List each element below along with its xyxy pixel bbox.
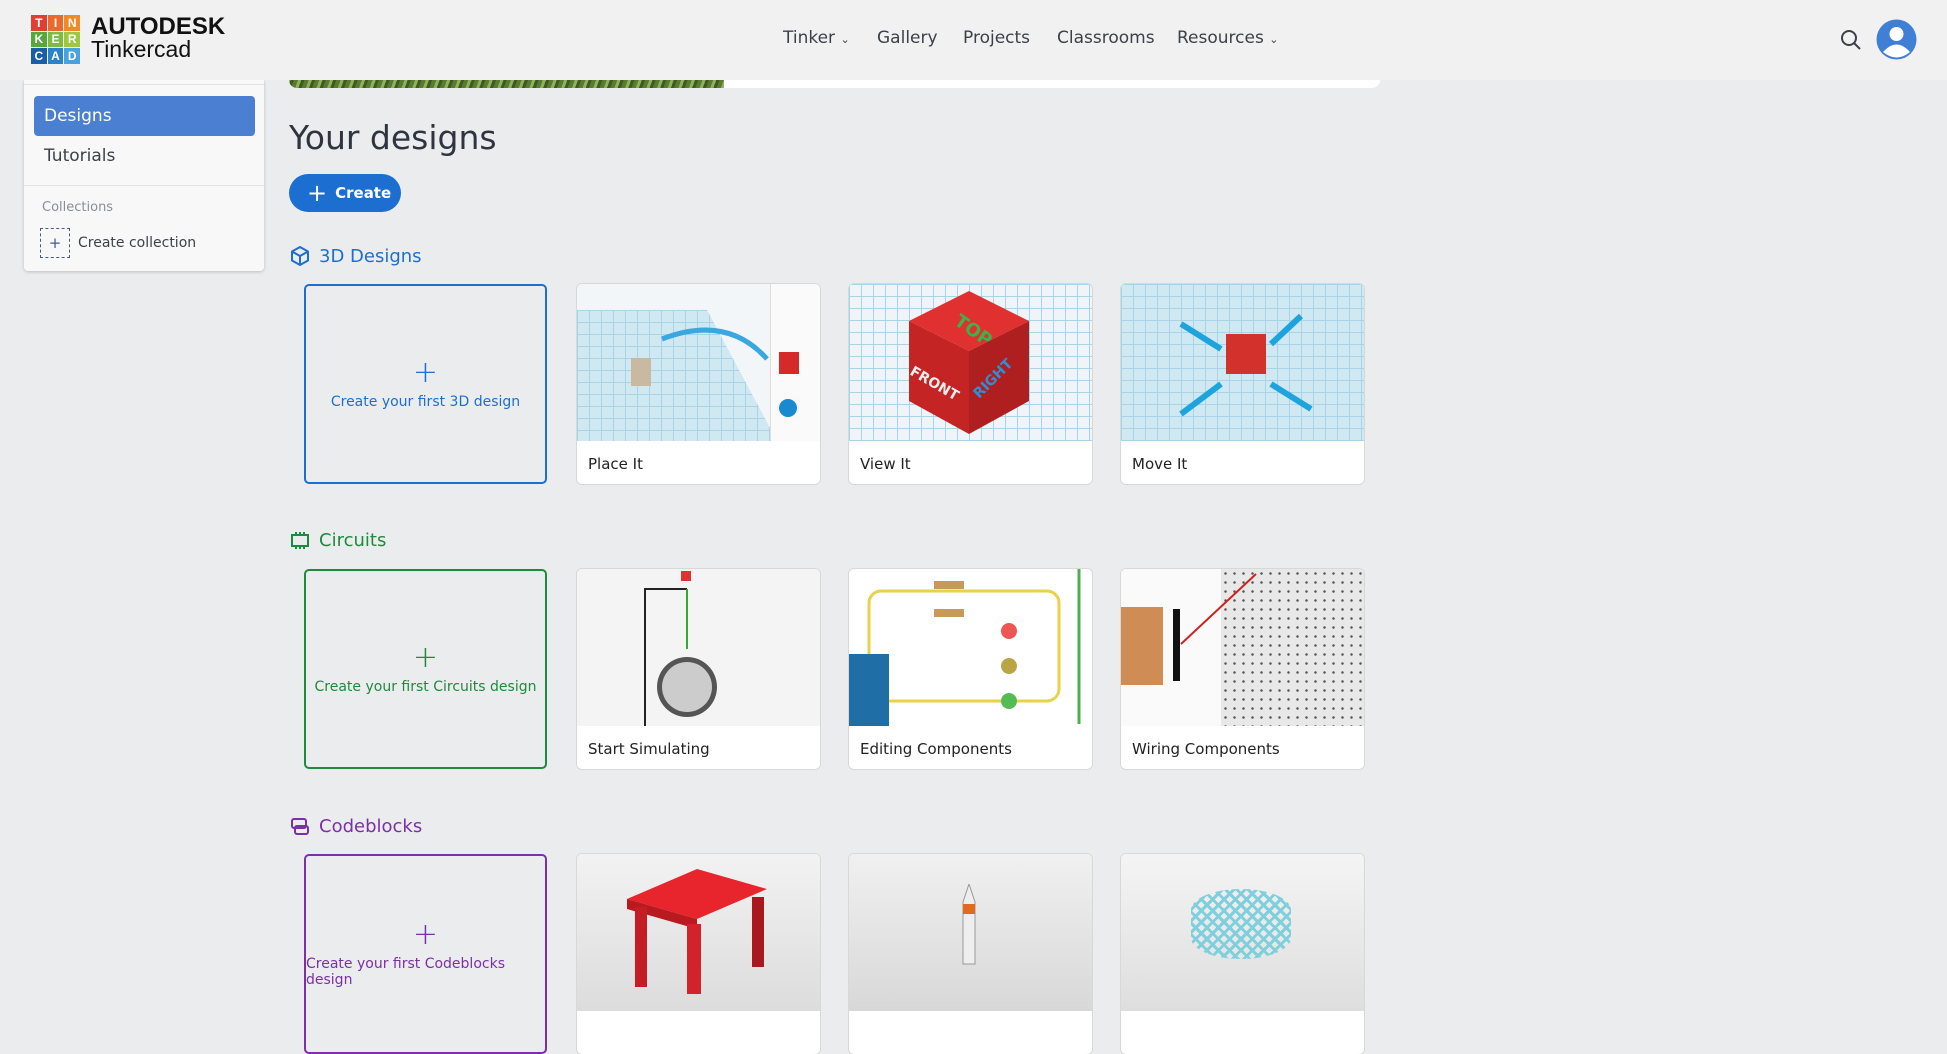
section-title: 3D Designs [319,245,422,267]
tutorial-card-move-it[interactable]: Move It [1121,284,1364,484]
chevron-down-icon: ⌄ [1269,33,1279,46]
logo-letter: C [31,48,47,64]
nav-tinker[interactable]: Tinker ⌄ [783,28,850,48]
tutorial-card-editing-components[interactable]: Editing Components [849,569,1092,769]
plus-icon: + [307,179,328,207]
codeblocks-card-rocket[interactable] [849,854,1092,1054]
section-3d-designs: 3D Designs [289,245,422,267]
tutorial-card-place-it[interactable]: Place It [577,284,820,484]
card-thumbnail [1121,569,1364,726]
create-label: Create [335,184,392,202]
tinkercad-logo[interactable]: T I N K E R C A D [31,15,80,64]
brand-bottom: Tinkercad [91,36,192,62]
logo-letter: D [64,48,80,64]
user-avatar-icon[interactable] [1876,19,1917,60]
card-thumbnail [849,569,1092,726]
card-thumbnail [577,569,820,726]
section-title: Codeblocks [319,815,423,837]
nav-gallery[interactable]: Gallery [877,28,938,48]
create-first-3d-design[interactable]: + Create your first 3D design [304,284,547,484]
codeblocks-icon [291,818,309,835]
card-title: Editing Components [860,740,1012,758]
card-thumbnail [577,854,820,1011]
card-title: Wiring Components [1132,740,1280,758]
page-title: Your designs [289,118,497,157]
logo-letter: E [47,31,64,48]
divider [24,185,264,186]
plus-icon: + [412,355,439,390]
codeblocks-card-basket[interactable] [1121,854,1364,1054]
card-thumbnail [849,854,1092,1011]
create-button[interactable]: + Create [289,174,401,212]
collections-label: Collections [42,200,114,215]
section-title: Circuits [319,529,387,551]
create-first-codeblocks-design[interactable]: + Create your first Codeblocks design [304,854,547,1054]
top-header: T I N K E R C A D AUTODESK Tinkercad Tin… [0,0,1947,80]
card-thumbnail [1121,284,1364,441]
section-circuits: Circuits [289,529,386,551]
divider [24,84,264,85]
search-icon[interactable] [1840,29,1862,51]
card-title: Place It [588,455,643,473]
plus-icon: + [40,228,70,258]
card-title: Move It [1132,455,1188,473]
create-collection-button[interactable]: + Create collection [40,228,196,258]
create-first-circuits-design[interactable]: + Create your first Circuits design [304,569,547,769]
card-thumbnail [577,284,820,441]
chevron-down-icon: ⌄ [840,33,850,46]
nav-projects[interactable]: Projects [963,28,1030,48]
logo-letter: R [64,31,80,48]
logo-letter: N [64,15,80,31]
nav-classrooms[interactable]: Classrooms [1057,28,1155,48]
logo-letter: T [31,15,47,31]
plus-icon: + [412,917,439,952]
sidebar: Designs Tutorials Collections + Create c… [24,80,264,271]
create-first-label: Create your first 3D design [330,394,521,410]
nav-resources[interactable]: Resources ⌄ [1177,28,1278,48]
logo-letter: K [31,31,47,48]
card-thumbnail [1121,854,1364,1011]
card-title: View It [860,455,911,473]
tutorial-card-wiring-components[interactable]: Wiring Components [1121,569,1364,769]
logo-letter: I [47,15,64,31]
create-first-label: Create your first Codeblocks design [306,956,505,988]
codeblocks-card-table[interactable] [577,854,820,1054]
card-title: Start Simulating [588,740,710,758]
brand-name[interactable]: AUTODESK Tinkercad [91,13,226,62]
tutorial-card-view-it[interactable]: TOP FRONT RIGHT View It [849,284,1092,484]
chip-icon [291,532,309,549]
cube-icon [291,246,309,266]
brand-top: AUTODESK [91,13,226,40]
nav-label: Tinker [783,28,836,48]
section-codeblocks: Codeblocks [289,815,422,837]
card-thumbnail: TOP FRONT RIGHT [849,284,1092,441]
plus-icon: + [412,640,439,675]
create-first-label: Create your first Circuits design [314,679,537,695]
tutorial-card-start-simulating[interactable]: Start Simulating [577,569,820,769]
nav-label: Resources [1177,28,1264,48]
sidebar-item-designs[interactable]: Designs [34,96,255,136]
create-collection-label: Create collection [78,235,197,251]
logo-letter: A [47,48,64,64]
sidebar-item-tutorials[interactable]: Tutorials [34,136,255,176]
